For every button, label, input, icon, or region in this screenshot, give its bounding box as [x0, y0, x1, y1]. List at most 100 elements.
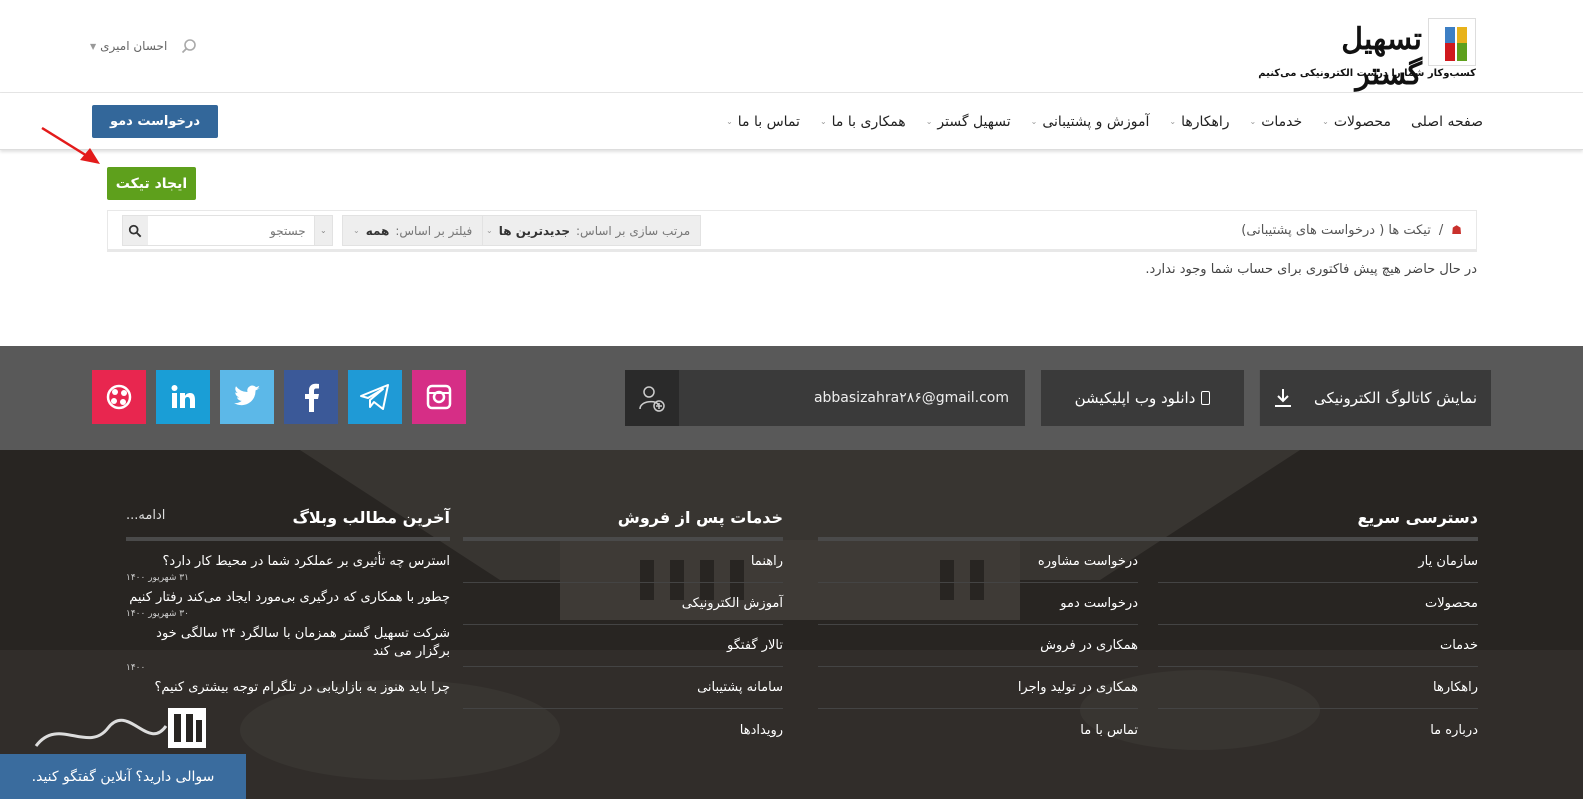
footer-link[interactable]: راهنما: [463, 541, 783, 583]
blog-post-title[interactable]: استرس چه تأثیری بر عملکرد شما در محیط کا…: [126, 553, 451, 571]
catalog-button[interactable]: نمایش کاتالوگ الکترونیکی: [1259, 370, 1491, 426]
breadcrumb-current: تیکت ها ( درخواست های پشتیبانی): [1241, 222, 1431, 238]
nav-solutions[interactable]: راهکارها ⌄: [1169, 114, 1229, 130]
download-icon: [1259, 370, 1305, 426]
nav-label: راهکارها: [1181, 113, 1230, 130]
blog-post-date: ۱۴۰۰: [126, 663, 146, 673]
footer-link[interactable]: سامانه پشتیبانی: [463, 667, 783, 709]
breadcrumb: ☗ / تیکت ها ( درخواست های پشتیبانی): [1241, 211, 1462, 249]
blog-column: آخرین مطالب وبلاگ ادامه... استرس چه تأثی…: [126, 508, 450, 699]
blog-post-title[interactable]: شرکت تسهیل گستر همزمان با سالگرد ۲۴ سالگ…: [126, 625, 450, 661]
footer-link[interactable]: درخواست مشاوره: [818, 541, 1138, 583]
phone-icon: [1201, 391, 1211, 405]
newsletter-box: abbasizahra۲۸۶@gmail.com: [625, 370, 1025, 426]
quick-links-1: سازمان یار محصولات خدمات راهکارها درباره…: [1158, 541, 1478, 751]
footer-link[interactable]: خدمات: [1158, 625, 1478, 667]
footer-link[interactable]: راهکارها: [1158, 667, 1478, 709]
after-sales-links: راهنما آموزش الکترونیکی تالار گفتگو ساما…: [463, 541, 783, 751]
chevron-down-icon: ⌄: [1030, 117, 1038, 126]
nav-label: همکاری با ما: [831, 113, 906, 130]
quick-access-column: دسترسی سریع سازمان یار محصولات خدمات راه…: [818, 508, 1478, 751]
twitter-icon[interactable]: [220, 370, 274, 424]
sort-dropdown[interactable]: مرتب سازی بر اساس: جدیدترین ها ⌄: [475, 215, 702, 246]
blog-post: چرا باید هنوز به بازاریابی در تلگرام توج…: [126, 673, 450, 697]
chevron-down-icon: ⌄: [726, 117, 733, 126]
user-name: احسان امیری: [100, 39, 168, 53]
blog-post: چطور با همکاری که درگیری بی‌مورد ایجاد م…: [126, 583, 450, 619]
footer-link[interactable]: رویدادها: [463, 709, 783, 751]
empty-message: در حال حاضر هیچ پیش فاکتوری برای حساب شم…: [1145, 262, 1477, 277]
blog-title-text: آخرین مطالب وبلاگ: [292, 508, 450, 527]
search-icon: [129, 224, 142, 237]
instagram-icon[interactable]: [412, 370, 466, 424]
user-area: ▼ احسان امیری: [90, 36, 197, 56]
add-user-icon: [639, 386, 665, 412]
footer-link[interactable]: درباره ما: [1158, 709, 1478, 751]
site-footer: دسترسی سریع سازمان یار محصولات خدمات راه…: [0, 450, 1583, 799]
nav-label: صفحه اصلی: [1410, 113, 1483, 130]
nav-label: تماس با ما: [737, 113, 800, 130]
logo-text: تسهیل گستر: [1341, 22, 1423, 92]
nav-about-company[interactable]: تسهیل گستر ⌄: [926, 114, 1011, 130]
live-chat-button[interactable]: سوالی دارید؟ آنلاین گفتگو کنید.: [0, 754, 246, 799]
email-field[interactable]: abbasizahra۲۸۶@gmail.com: [679, 370, 1025, 426]
chevron-down-icon: ⌄: [925, 117, 933, 126]
filter-dropdown[interactable]: فیلتر بر اساس: همه ⌄: [342, 215, 484, 246]
red-arrow-icon: [41, 126, 100, 164]
nav-training-support[interactable]: آموزش و پشتیبانی ⌄: [1031, 114, 1150, 130]
linkedin-icon[interactable]: [156, 370, 210, 424]
breadcrumb-separator: /: [1438, 222, 1444, 238]
footer-link[interactable]: آموزش الکترونیکی: [463, 583, 783, 625]
blog-post: شرکت تسهیل گستر همزمان با سالگرد ۲۴ سالگ…: [126, 619, 450, 673]
catalog-label: نمایش کاتالوگ الکترونیکی: [1313, 389, 1477, 407]
search-icon[interactable]: [181, 38, 197, 54]
chevron-down-icon: ⌄: [1169, 117, 1177, 126]
nav-services[interactable]: خدمات ⌄: [1250, 114, 1303, 130]
footer-link[interactable]: سازمان یار: [1158, 541, 1478, 583]
nav-label: محصولات: [1333, 113, 1391, 130]
nav-products[interactable]: محصولات ⌄: [1322, 114, 1391, 130]
ticket-search: ⌄: [122, 215, 333, 246]
aparat-icon[interactable]: [92, 370, 146, 424]
main-nav: صفحه اصلی محصولات ⌄ خدمات ⌄ راهکارها ⌄ آموز…: [726, 93, 1483, 150]
search-input[interactable]: [147, 216, 314, 245]
home-icon[interactable]: ☗: [1451, 223, 1462, 237]
telegram-icon[interactable]: [348, 370, 402, 424]
quick-links-2: درخواست مشاوره درخواست دمو همکاری در فرو…: [818, 541, 1138, 751]
chevron-down-icon: ⌄: [353, 226, 360, 235]
footer-strip: نمایش کاتالوگ الکترونیکی دانلود وب اپلیک…: [0, 346, 1583, 450]
search-scope-dropdown[interactable]: ⌄: [313, 216, 332, 245]
after-sales-column: خدمات پس از فروش راهنما آموزش الکترونیکی…: [463, 508, 783, 751]
blog-post-date: ۳۰ شهریور ۱۴۰۰: [126, 609, 189, 619]
footer-link[interactable]: همکاری در فروش: [818, 625, 1138, 667]
blog-more-link[interactable]: ادامه...: [126, 508, 165, 523]
footer-link[interactable]: محصولات: [1158, 583, 1478, 625]
sort-label: مرتب سازی بر اساس:: [576, 223, 691, 238]
blog-post-title[interactable]: چطور با همکاری که درگیری بی‌مورد ایجاد م…: [126, 589, 450, 607]
filter-value: همه: [365, 223, 390, 238]
nav-cooperation[interactable]: همکاری با ما ⌄: [820, 114, 906, 130]
social-links: [92, 370, 466, 424]
nav-contact[interactable]: تماس با ما ⌄: [726, 114, 800, 130]
chevron-down-icon: ⌄: [486, 226, 493, 235]
search-button[interactable]: [123, 216, 148, 245]
chevron-down-icon: ⌄: [320, 226, 327, 235]
blog-post-title[interactable]: چرا باید هنوز به بازاریابی در تلگرام توج…: [126, 679, 450, 697]
footer-link[interactable]: درخواست دمو: [818, 583, 1138, 625]
footer-link[interactable]: تالار گفتگو: [463, 625, 783, 667]
blog-title: آخرین مطالب وبلاگ ادامه...: [126, 508, 450, 541]
chevron-down-icon: ▼: [90, 41, 97, 51]
blog-post: استرس چه تأثیری بر عملکرد شما در محیط کا…: [126, 541, 450, 583]
download-webapp-button[interactable]: دانلود وب اپلیکیشن: [1041, 370, 1244, 426]
create-ticket-button[interactable]: ایجاد تیکت: [107, 167, 196, 200]
nav-home[interactable]: صفحه اصلی: [1411, 114, 1483, 130]
request-demo-button[interactable]: درخواست دمو: [92, 105, 218, 138]
subscribe-button[interactable]: [625, 370, 679, 426]
nav-label: خدمات: [1261, 113, 1303, 130]
site-logo[interactable]: تسهیل گستر کسب‌وکار شما را درست الکترونی…: [1258, 16, 1478, 92]
footer-link[interactable]: همکاری در تولید واجرا: [818, 667, 1138, 709]
facebook-icon[interactable]: [284, 370, 338, 424]
footer-link[interactable]: تماس با ما: [818, 709, 1138, 751]
user-menu[interactable]: ▼ احسان امیری: [90, 39, 167, 53]
webapp-label: دانلود وب اپلیکیشن: [1074, 389, 1196, 407]
